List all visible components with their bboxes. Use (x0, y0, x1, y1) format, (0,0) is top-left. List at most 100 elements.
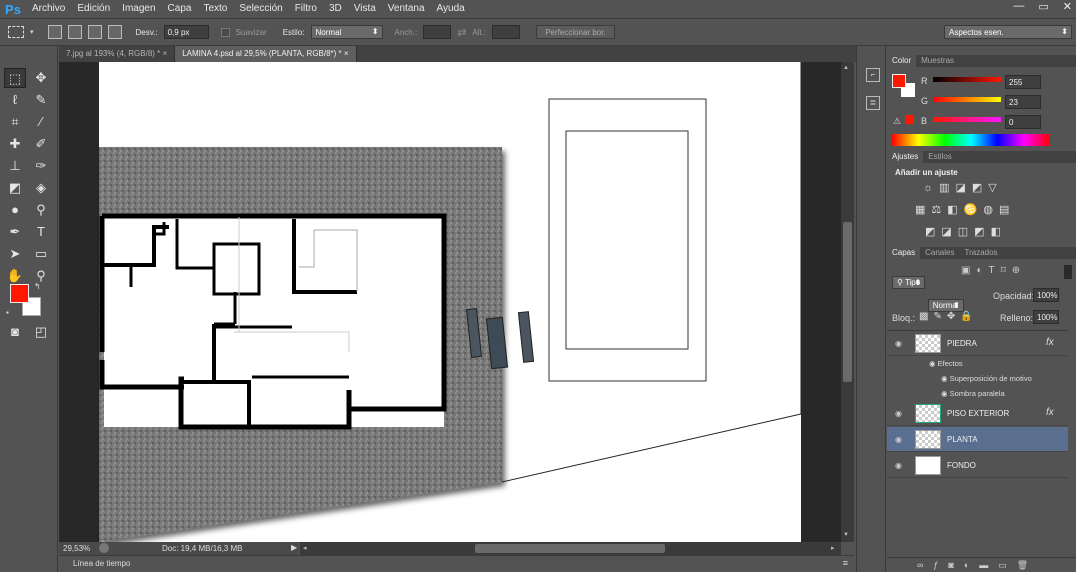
scroll-down-icon[interactable]: ▼ (843, 532, 849, 538)
layer-piso-exterior[interactable]: ◉ PISO EXTERIOR fx (887, 401, 1068, 426)
menu-texto[interactable]: Texto (197, 0, 233, 18)
vertical-scrollbar[interactable]: ▲ ▼ (841, 62, 854, 542)
screen-mode-icon[interactable]: ◰ (30, 322, 52, 342)
layer-planta[interactable]: ◉ PLANTA (887, 427, 1068, 452)
style-select[interactable]: Normal (310, 25, 383, 39)
menu-vista[interactable]: Vista (348, 0, 382, 18)
swap-icon[interactable]: ⇄ (457, 26, 466, 39)
antialias-checkbox[interactable] (220, 27, 230, 37)
crop-icon[interactable]: ⌗ (4, 112, 26, 132)
history-icon[interactable]: ⌐ (866, 68, 880, 82)
new-selection-icon[interactable] (47, 25, 62, 39)
effect-drop-shadow[interactable]: ◉ Sombra paralela (941, 389, 1005, 398)
status-info-icon[interactable] (99, 543, 109, 553)
blur-icon[interactable]: ● (4, 200, 26, 220)
marquee-icon[interactable]: ⬚ (4, 68, 26, 88)
tab-paths[interactable]: Trazados (959, 247, 1002, 259)
menu-3d[interactable]: 3D (323, 0, 348, 18)
swap-colors-icon[interactable]: ↰ (34, 282, 41, 291)
type-icon[interactable]: T (30, 222, 52, 242)
red-input[interactable]: 255 (1005, 75, 1041, 89)
layer-piedra[interactable]: ◉ PIEDRA fx (887, 331, 1068, 356)
adjustment-icons-row-1[interactable]: ☼▥◪◩▽ (923, 181, 1003, 194)
eraser-icon[interactable]: ◩ (4, 178, 26, 198)
width-input[interactable] (423, 25, 452, 39)
default-colors-icon[interactable]: ▪ (6, 308, 9, 317)
scroll-right-icon[interactable]: ▸ (831, 544, 835, 552)
layer-fondo[interactable]: ◉ FONDO (887, 453, 1068, 478)
visibility-eye-icon[interactable]: ◉ (895, 409, 902, 418)
quick-mask-icon[interactable]: ◙ (4, 322, 26, 342)
feather-input[interactable]: 0,9 px (163, 25, 209, 39)
color-spectrum[interactable] (892, 134, 1050, 146)
gamut-color-swatch[interactable] (905, 115, 914, 124)
dodge-icon[interactable]: ⚲ (30, 200, 52, 220)
green-input[interactable]: 23 (1005, 95, 1041, 109)
menu-ventana[interactable]: Ventana (382, 0, 431, 18)
layer-filter-icons[interactable]: ▣◐T⌑⊕ (961, 265, 1026, 276)
close-tab-icon[interactable]: × (163, 49, 168, 58)
tab-adjustments[interactable]: Ajustes (887, 151, 924, 163)
vertical-scroll-thumb[interactable] (843, 222, 852, 382)
pen-icon[interactable]: ✒ (4, 222, 26, 242)
filter-toggle[interactable] (1064, 265, 1072, 279)
menu-edicion[interactable]: Edición (71, 0, 116, 18)
rectangle-icon[interactable]: ▭ (30, 244, 52, 264)
canvas-area[interactable] (59, 62, 841, 542)
gamut-warning-icon[interactable]: ⚠ (893, 116, 901, 127)
tab-lamina-4[interactable]: LAMINA 4.psd al 29,5% (PLANTA, RGB/8*) *… (175, 46, 357, 62)
menu-ayuda[interactable]: Ayuda (431, 0, 471, 18)
tab-color[interactable]: Color (887, 55, 917, 67)
horizontal-scroll-thumb[interactable] (475, 544, 665, 553)
move-icon[interactable]: ✥ (30, 68, 52, 88)
intersect-selection-icon[interactable] (107, 25, 122, 39)
hand-icon[interactable]: ✋ (4, 266, 26, 286)
eyedropper-icon[interactable]: ⁄ (30, 112, 52, 132)
workspace-select[interactable]: Aspectos esen. (944, 25, 1072, 39)
refine-edge-button[interactable]: Perfeccionar bor. (536, 25, 615, 39)
lock-icons[interactable]: ▩✎✥🔒 (919, 311, 978, 322)
status-menu-icon[interactable]: ▶ (291, 543, 297, 552)
visibility-eye-icon[interactable]: ◉ (895, 435, 902, 444)
minimize-icon[interactable]: — (1013, 0, 1024, 13)
visibility-eye-icon[interactable]: ◉ (895, 461, 902, 470)
menu-capa[interactable]: Capa (162, 0, 198, 18)
path-select-icon[interactable]: ➤ (4, 244, 26, 264)
scroll-left-icon[interactable]: ◂ (303, 544, 307, 552)
layers-footer-icons[interactable]: ∞ƒ◙◐▬▭🗑 (887, 557, 1076, 572)
blue-input[interactable]: 0 (1005, 115, 1041, 129)
layer-filter-select[interactable]: ⚲ Tipo (892, 276, 926, 289)
properties-icon[interactable]: ≣ (866, 96, 880, 110)
brush-icon[interactable]: ✐ (30, 134, 52, 154)
tab-layers[interactable]: Capas (887, 247, 921, 259)
tab-swatches[interactable]: Muestras (916, 55, 959, 67)
paint-bucket-icon[interactable]: ◈ (30, 178, 52, 198)
height-input[interactable] (492, 25, 521, 39)
history-brush-icon[interactable]: ✑ (30, 156, 52, 176)
close-tab-icon[interactable]: × (344, 49, 349, 58)
close-icon[interactable]: ✕ (1063, 0, 1072, 13)
menu-archivo[interactable]: Archivo (26, 0, 71, 18)
menu-seleccion[interactable]: Selección (233, 0, 288, 18)
marquee-tool-icon[interactable] (8, 26, 24, 38)
adjustment-icons-row-3[interactable]: ◩◪◫◩◧ (925, 225, 1007, 238)
tab-7-jpg[interactable]: 7.jpg al 193% (4, RGB/8) * × (59, 46, 176, 62)
green-slider[interactable] (933, 97, 1001, 102)
menu-filtro[interactable]: Filtro (289, 0, 323, 18)
restore-icon[interactable]: ▭ (1038, 0, 1048, 13)
subtract-selection-icon[interactable] (87, 25, 102, 39)
document-canvas[interactable] (59, 62, 841, 542)
healing-brush-icon[interactable]: ✚ (4, 134, 26, 154)
effect-pattern-overlay[interactable]: ◉ Superposición de motivo (941, 374, 1032, 383)
menu-imagen[interactable]: Imagen (116, 0, 161, 18)
tool-preset-dropdown-icon[interactable]: ▾ (30, 28, 34, 36)
tab-channels[interactable]: Canales (920, 247, 959, 259)
tab-styles[interactable]: Estilos (923, 151, 957, 163)
fill-input[interactable]: 100% (1033, 310, 1059, 324)
add-selection-icon[interactable] (67, 25, 82, 39)
zoom-level[interactable]: 29,53% (63, 544, 90, 553)
blue-slider[interactable] (933, 117, 1001, 122)
timeline-label[interactable]: Línea de tiempo (73, 559, 130, 568)
timeline-menu-icon[interactable]: ≡ (843, 558, 848, 568)
clone-stamp-icon[interactable]: ⊥ (4, 156, 26, 176)
